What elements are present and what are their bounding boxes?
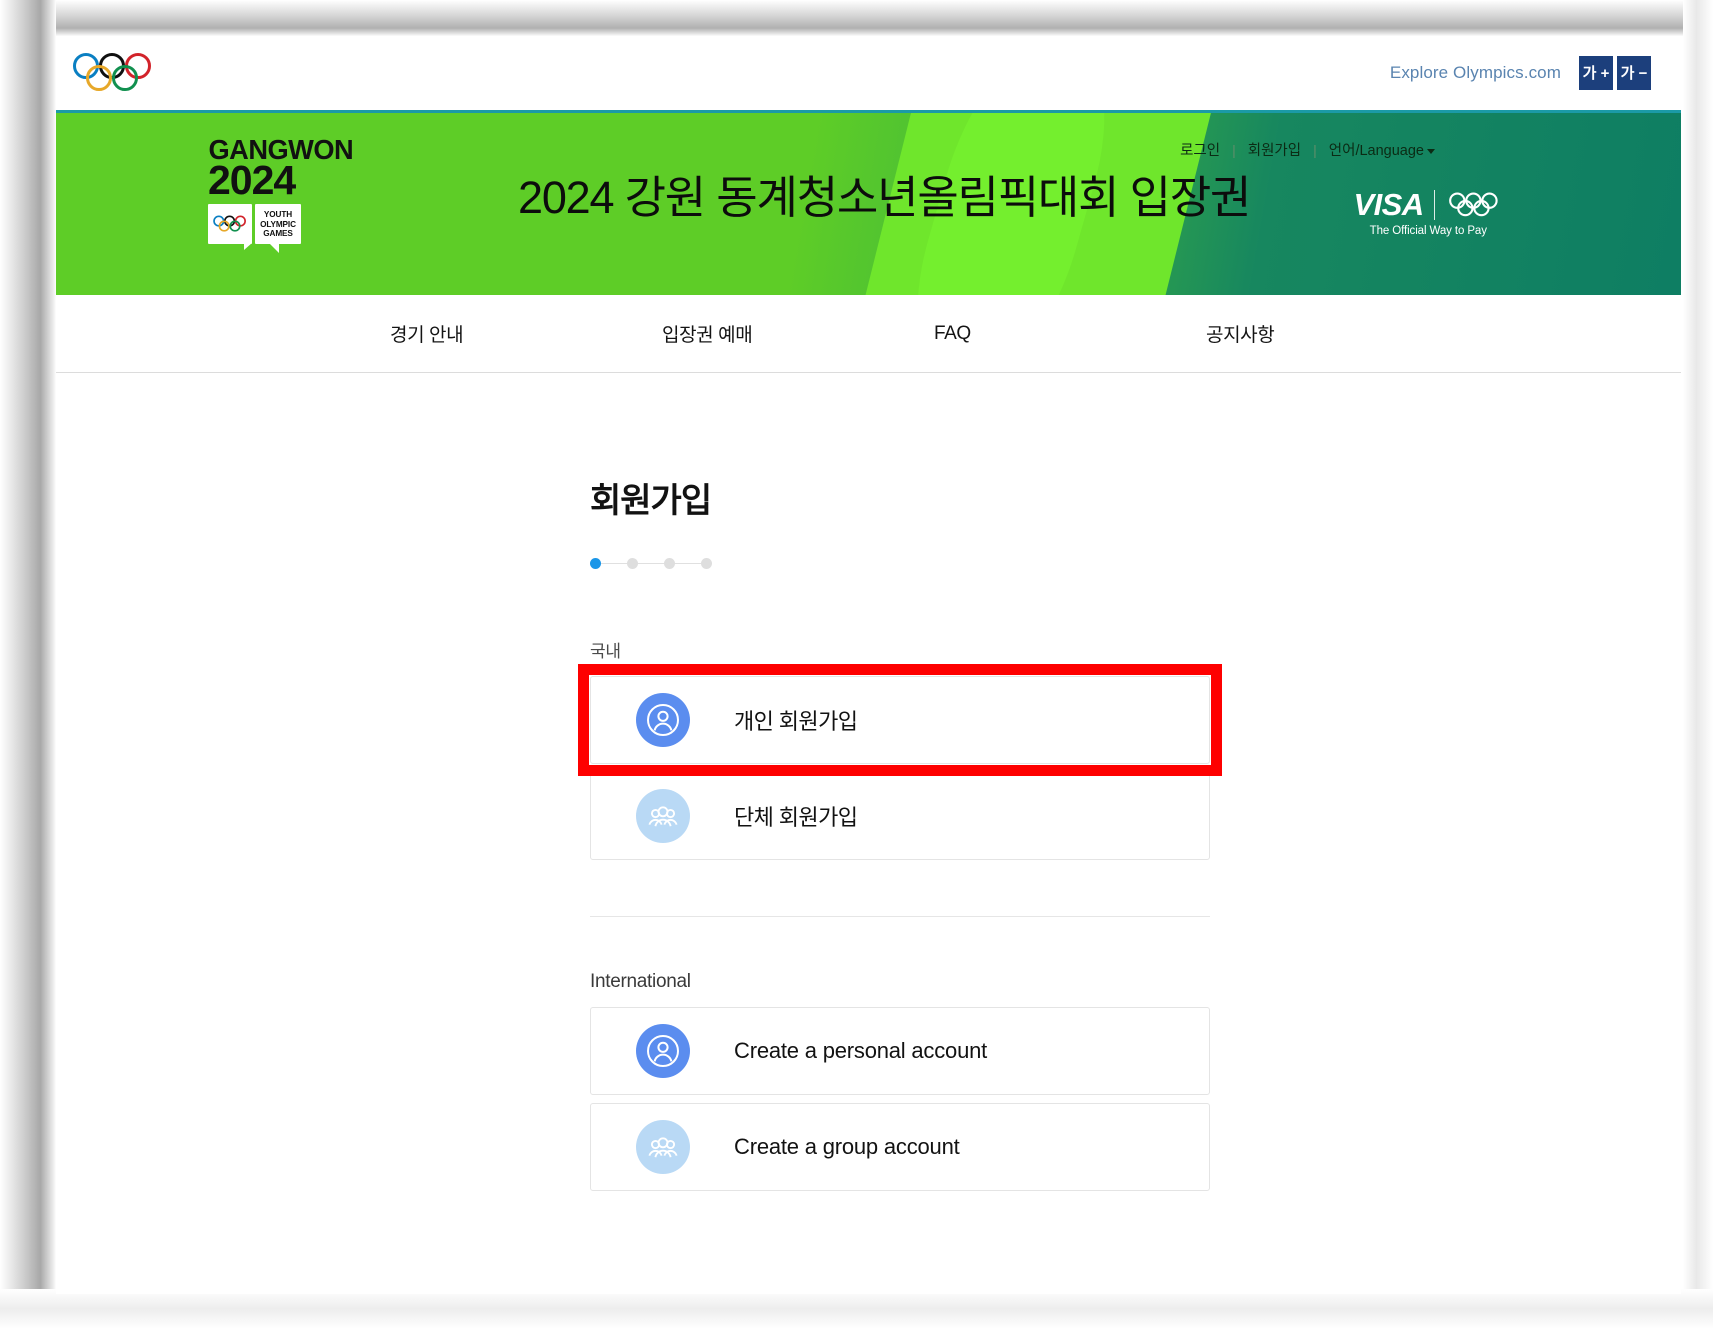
visa-divider [1433, 189, 1435, 220]
step-connector-1 [601, 562, 627, 565]
option-personal-account-intl[interactable]: Create a personal account [590, 1007, 1210, 1095]
login-link[interactable]: 로그인 [1180, 139, 1220, 160]
gangwon-2024-logo[interactable]: GANGWON 2024 YOUTH OLYMPIC GAMES [208, 134, 354, 254]
person-icon [636, 693, 690, 747]
window-edge-shadow-bottom [0, 1289, 1713, 1329]
emblem-yog-text: YOUTH OLYMPIC GAMES [255, 204, 301, 254]
group-icon [636, 789, 690, 843]
person-icon [636, 1024, 690, 1078]
highlighted-option-wrapper: 개인 회원가입 [578, 664, 1222, 776]
step-dot-4[interactable] [701, 558, 712, 569]
page-viewport: Explore Olympics.com 가 + 가 − GANGWON 202… [56, 36, 1681, 1294]
utility-bar: Explore Olympics.com 가 + 가 − [56, 36, 1681, 110]
visa-tagline: The Official Way to Pay [1369, 225, 1487, 237]
step-connector-3 [675, 562, 701, 565]
emblem-line-youth: YOUTH [263, 209, 293, 219]
step-dot-2[interactable] [627, 558, 638, 569]
emblem-rings-icon [208, 204, 252, 251]
font-increase-button[interactable]: 가 + [1579, 56, 1613, 90]
option-group-account-intl[interactable]: Create a group account [590, 1103, 1210, 1191]
language-selector[interactable]: 언어/Language [1329, 139, 1435, 160]
section-divider [590, 916, 1210, 917]
logo-text-gangwon: GANGWON [208, 134, 354, 165]
step-connector-2 [638, 562, 664, 565]
nav-item-faq[interactable]: FAQ [934, 323, 971, 345]
option-label: Create a personal account [734, 1038, 988, 1063]
option-label: Create a group account [734, 1134, 960, 1159]
hero-banner: GANGWON 2024 YOUTH OLYMPIC GAMES 2024 강원… [56, 113, 1681, 295]
font-decrease-button[interactable]: 가 − [1617, 56, 1651, 90]
font-size-controls: 가 + 가 − [1579, 56, 1651, 90]
main-navigation: 경기 안내 입장권 예매 FAQ 공지사항 [56, 295, 1681, 373]
link-separator-2: | [1313, 141, 1317, 158]
main-content: 회원가입 국내 개인 회원가입 단체 회원가입 International Cr… [56, 373, 1681, 1191]
nav-item-ticket-booking[interactable]: 입장권 예매 [662, 320, 753, 347]
option-label: 개인 회원가입 [734, 709, 858, 734]
signup-step-indicator [590, 558, 712, 569]
utility-bar-right: Explore Olympics.com 가 + 가 − [1390, 56, 1657, 90]
emblem-line-games: GAMES [263, 229, 293, 239]
signup-link[interactable]: 회원가입 [1248, 139, 1301, 160]
option-label: 단체 회원가입 [734, 805, 858, 830]
hero-title: 2024 강원 동계청소년올림픽대회 입장권 [518, 172, 1251, 223]
page-title: 회원가입 [590, 482, 712, 520]
window-edge-shadow-top [0, 0, 1713, 36]
hero-top-links: 로그인 | 회원가입 | 언어/Language [1180, 139, 1435, 160]
step-dot-1[interactable] [590, 558, 601, 569]
step-dot-3[interactable] [664, 558, 675, 569]
link-separator-1: | [1232, 141, 1236, 158]
visa-wordmark: VISA [1353, 187, 1425, 222]
nav-item-competition-info[interactable]: 경기 안내 [390, 320, 464, 347]
international-section-label: International [590, 971, 691, 992]
language-selector-label: 언어/Language [1328, 143, 1424, 159]
desktop-backdrop: Explore Olympics.com 가 + 가 − GANGWON 202… [0, 0, 1713, 1329]
window-edge-shadow-left [0, 0, 56, 1329]
emblem-line-olympic: OLYMPIC [260, 219, 296, 229]
youth-olympic-games-emblem: YOUTH OLYMPIC GAMES [208, 204, 304, 254]
window-edge-shadow-right [1683, 0, 1713, 1329]
chevron-down-icon [1427, 148, 1435, 154]
domestic-section-label: 국내 [590, 642, 621, 661]
group-icon [636, 1120, 690, 1174]
visa-olympic-rings-icon [1449, 191, 1498, 216]
option-personal-signup-kr[interactable]: 개인 회원가입 [590, 676, 1210, 764]
visa-sponsor-logo: VISA The Official Way to Pay [1354, 189, 1503, 237]
explore-olympics-link[interactable]: Explore Olympics.com [1390, 63, 1561, 83]
option-group-signup-kr[interactable]: 단체 회원가입 [590, 772, 1210, 860]
logo-text-year: 2024 [208, 156, 296, 203]
olympic-rings-logo[interactable] [66, 52, 154, 94]
nav-item-notices[interactable]: 공지사항 [1206, 320, 1275, 347]
